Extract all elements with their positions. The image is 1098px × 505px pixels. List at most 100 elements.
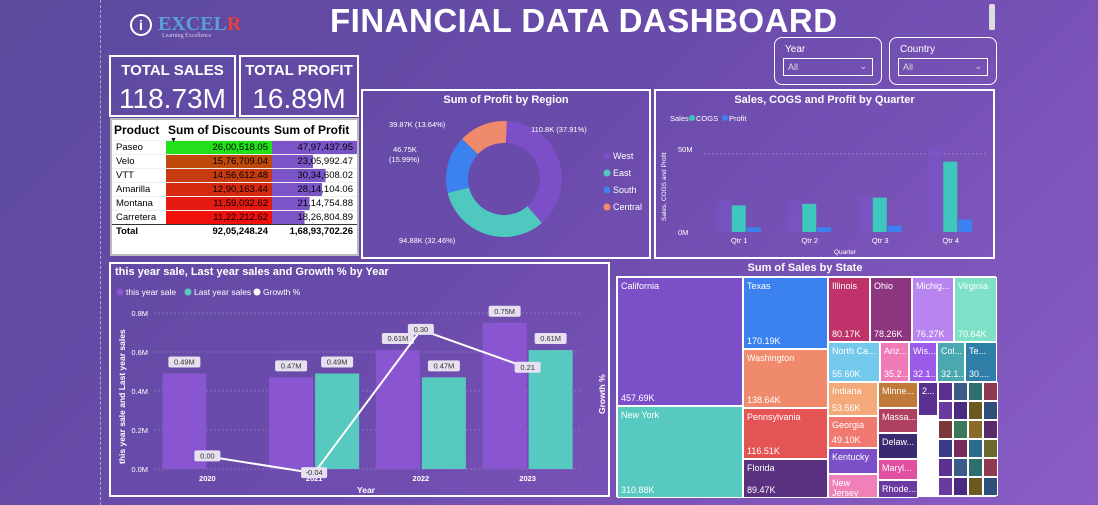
treemap-cell[interactable]: Wis... 32.1... bbox=[909, 342, 937, 382]
state-name: Ohio bbox=[874, 281, 894, 291]
year-dropdown[interactable]: All ⌄ bbox=[783, 58, 873, 76]
table-row[interactable]: Paseo 26,00,518.05 47,97,437.95 bbox=[112, 139, 357, 154]
state-name: Massa... bbox=[882, 412, 917, 422]
page-title: FINANCIAL DATA DASHBOARD bbox=[330, 2, 838, 39]
treemap-cell-small[interactable] bbox=[968, 401, 983, 420]
total-cell: 1,68,93,702.26 bbox=[272, 223, 357, 238]
state-name: Texas bbox=[747, 281, 771, 291]
legend-south: South bbox=[613, 185, 637, 195]
table-row[interactable]: Carretera 11,22,212.62 18,26,804.89 bbox=[112, 209, 357, 224]
treemap-cell-small[interactable] bbox=[983, 458, 998, 477]
treemap-cell[interactable]: Georgia 49.10K bbox=[828, 416, 878, 448]
state-name: Kentucky bbox=[832, 452, 870, 462]
treemap-cell[interactable]: Rhode... bbox=[878, 480, 918, 498]
col-header-profit[interactable]: Sum of Profit bbox=[272, 120, 357, 140]
product-cell: Paseo bbox=[112, 139, 166, 154]
total-profit-label: TOTAL PROFIT bbox=[245, 62, 353, 79]
treemap-cell[interactable]: Te... 30.... bbox=[965, 342, 997, 382]
treemap-cell-small[interactable] bbox=[953, 420, 968, 439]
data-label: 0.47M bbox=[433, 361, 454, 370]
donut-label-west: 110.8K (37.91%) bbox=[531, 125, 587, 134]
treemap-cell-small[interactable] bbox=[983, 439, 998, 458]
treemap-cell[interactable]: Massa... bbox=[878, 408, 918, 433]
col-header-product[interactable]: Product bbox=[112, 120, 166, 140]
treemap-cell-small[interactable] bbox=[938, 401, 953, 420]
state-name: Delaw... bbox=[882, 437, 915, 447]
treemap-cell-small[interactable] bbox=[953, 382, 968, 401]
treemap-cell-small[interactable] bbox=[953, 477, 968, 496]
treemap-cell[interactable]: North Ca... 55.60K bbox=[828, 342, 880, 382]
legend-dot bbox=[184, 288, 192, 296]
legend-dot bbox=[603, 152, 611, 160]
col-header-discounts[interactable]: Sum of Discounts ▼ bbox=[166, 120, 272, 144]
treemap-cell[interactable]: Virginia 70.64K bbox=[954, 277, 997, 342]
treemap-cell-small[interactable] bbox=[938, 458, 953, 477]
state-treemap[interactable]: California 457.69K New York 310.88K Texas 170… bbox=[616, 276, 998, 498]
xtick: 2023 bbox=[519, 474, 536, 483]
xtick: 2022 bbox=[413, 474, 430, 483]
treemap-cell[interactable]: New York 310.88K bbox=[617, 406, 743, 498]
treemap-cell[interactable]: Pennsylvania 116.51K bbox=[743, 408, 828, 459]
state-value: 32.1... bbox=[941, 369, 965, 379]
legend-east: East bbox=[613, 168, 632, 178]
table-row[interactable]: Velo 15,76,709.04 23,05,992.47 bbox=[112, 153, 357, 168]
legend-item: Last year sales bbox=[194, 287, 251, 297]
state-value: 35.2... bbox=[884, 369, 909, 379]
treemap-cell[interactable]: Indiana 53.56K bbox=[828, 382, 878, 416]
treemap-cell[interactable]: Col... 32.1... bbox=[937, 342, 965, 382]
treemap-cell-small[interactable] bbox=[983, 420, 998, 439]
treemap-cell[interactable]: Ohio 78.26K bbox=[870, 277, 912, 342]
treemap-cell[interactable]: Maryl... bbox=[878, 459, 918, 480]
treemap-cell-small[interactable] bbox=[938, 477, 953, 496]
treemap-cell-small[interactable] bbox=[938, 420, 953, 439]
treemap-cell-small[interactable] bbox=[938, 439, 953, 458]
discount-cell: 11,59,032.62 bbox=[166, 195, 272, 210]
treemap-cell-small[interactable] bbox=[968, 420, 983, 439]
ytick: 0.0M bbox=[131, 465, 148, 474]
treemap-cell[interactable]: Ariz... 35.2... bbox=[880, 342, 909, 382]
scrollbar[interactable] bbox=[989, 4, 995, 30]
table-row[interactable]: Montana 11,59,032.62 21,14,754.88 bbox=[112, 195, 357, 210]
treemap-cell-small[interactable] bbox=[968, 458, 983, 477]
table-row[interactable]: VTT 14,56,612.48 30,34,608.02 bbox=[112, 167, 357, 182]
state-name: Washington bbox=[747, 353, 795, 363]
info-icon[interactable]: i bbox=[130, 14, 152, 36]
treemap-cell-small[interactable] bbox=[953, 458, 968, 477]
treemap-cell[interactable]: Florida 89.47K bbox=[743, 459, 828, 498]
treemap-cell[interactable]: Washington 138.64K bbox=[743, 349, 828, 408]
quarter-bar-chart[interactable]: Sales COGS Profit50M0MSales, COGS and Prof… bbox=[656, 91, 993, 257]
bar-cogs bbox=[731, 205, 746, 232]
treemap-cell-small[interactable] bbox=[968, 382, 983, 401]
growth-combo-chart[interactable]: this year sale Last year sales Growth % 0.8… bbox=[111, 264, 608, 495]
treemap-cell[interactable]: Kentucky bbox=[828, 448, 878, 474]
country-dropdown[interactable]: All ⌄ bbox=[898, 58, 988, 76]
treemap-cell-small[interactable] bbox=[953, 401, 968, 420]
legend-central: Central bbox=[613, 202, 642, 212]
state-name: Wis... bbox=[913, 346, 936, 356]
treemap-cell-small[interactable] bbox=[983, 477, 998, 496]
treemap-cell-small[interactable] bbox=[938, 382, 953, 401]
treemap-cell[interactable]: Illinois 80.17K bbox=[828, 277, 870, 342]
profit-cell: 21,14,754.88 bbox=[272, 195, 357, 210]
growth-label: 0.00 bbox=[200, 451, 215, 460]
treemap-cell[interactable]: 2... bbox=[918, 382, 938, 416]
treemap-cell[interactable]: California 457.69K bbox=[617, 277, 743, 406]
treemap-cell-small[interactable] bbox=[983, 401, 998, 420]
treemap-cell[interactable]: Michig... 76.27K bbox=[912, 277, 954, 342]
treemap-cell[interactable]: Delaw... bbox=[878, 433, 918, 459]
treemap-cell-small[interactable] bbox=[968, 439, 983, 458]
treemap-cell[interactable]: New Jersey bbox=[828, 474, 878, 498]
treemap-cell[interactable]: Texas 170.19K bbox=[743, 277, 828, 349]
table-row[interactable]: Amarilla 12,90,163.44 28,14,104.06 bbox=[112, 181, 357, 196]
treemap-cell-small[interactable] bbox=[983, 382, 998, 401]
treemap-cell-small[interactable] bbox=[968, 477, 983, 496]
donut-label-east: 94.88K (32.46%) bbox=[399, 236, 456, 245]
product-table: Product Sum of Discounts ▼ Sum of Profit … bbox=[110, 118, 359, 256]
growth-label: 0.21 bbox=[520, 363, 535, 372]
state-name: Virginia bbox=[958, 281, 988, 291]
growth-chart-panel: this year sale, Last year sales and Grow… bbox=[109, 262, 610, 497]
treemap-cell[interactable]: Minne... bbox=[878, 382, 918, 408]
state-name: Col... bbox=[941, 346, 963, 356]
treemap-cell-small[interactable] bbox=[953, 439, 968, 458]
donut-chart[interactable]: 110.8K (37.91%) 94.88K (32.46%) 46.75K(15.… bbox=[363, 91, 649, 257]
